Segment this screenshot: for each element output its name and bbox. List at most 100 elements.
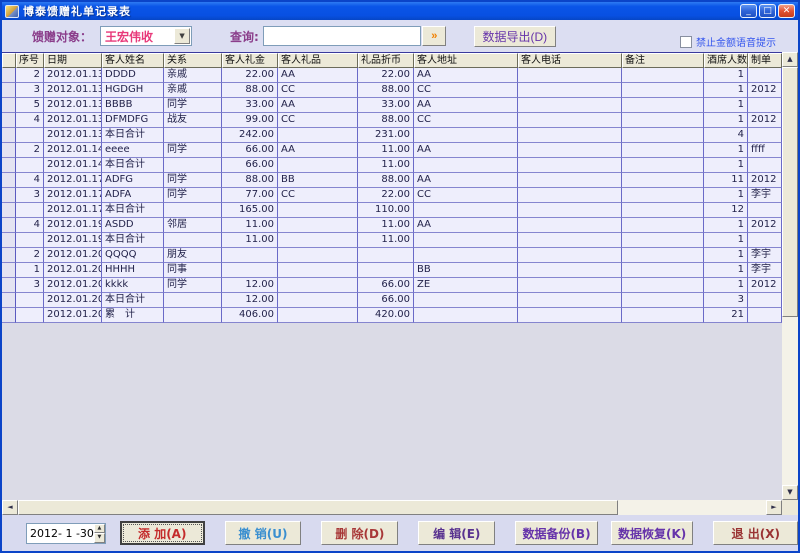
table-cell[interactable] <box>748 98 782 113</box>
table-cell[interactable]: 2012.01.19 <box>44 218 102 233</box>
table-row[interactable]: 52012.01.13BBBB同学33.00AA33.00AA1 <box>2 98 782 113</box>
table-cell[interactable]: 2012.01.17 <box>44 203 102 218</box>
column-header[interactable]: 关系 <box>164 53 222 68</box>
recipient-combobox[interactable]: 王宏伟收 ▼ <box>100 26 192 46</box>
table-cell[interactable]: 11.00 <box>358 158 414 173</box>
table-cell[interactable]: 22.00 <box>358 68 414 83</box>
table-cell[interactable]: 2012.01.20 <box>44 293 102 308</box>
table-cell[interactable]: 2012.01.20 <box>44 248 102 263</box>
table-cell[interactable] <box>278 203 358 218</box>
table-cell[interactable] <box>414 233 518 248</box>
table-cell[interactable] <box>622 158 704 173</box>
table-cell[interactable]: 110.00 <box>358 203 414 218</box>
table-cell[interactable] <box>622 233 704 248</box>
table-cell[interactable]: 88.00 <box>358 83 414 98</box>
table-cell[interactable] <box>278 233 358 248</box>
table-cell[interactable]: 406.00 <box>222 308 278 323</box>
table-cell[interactable] <box>518 308 622 323</box>
row-selector[interactable] <box>2 83 16 98</box>
add-button[interactable]: 添 加(A) <box>120 521 205 545</box>
scroll-down-icon[interactable]: ▼ <box>782 485 798 500</box>
table-cell[interactable]: 1 <box>704 248 748 263</box>
table-cell[interactable]: 本日合计 <box>102 293 164 308</box>
date-picker[interactable]: 2012- 1 -30 ▲ ▼ <box>26 523 106 544</box>
table-cell[interactable]: 22.00 <box>358 188 414 203</box>
table-cell[interactable] <box>748 203 782 218</box>
table-cell[interactable]: 同学 <box>164 173 222 188</box>
row-selector[interactable] <box>2 98 16 113</box>
table-row[interactable]: 32012.01.17ADFA同学77.00CC22.00CC1李宇 <box>2 188 782 203</box>
table-cell[interactable] <box>622 68 704 83</box>
row-selector[interactable] <box>2 293 16 308</box>
table-cell[interactable] <box>164 128 222 143</box>
table-cell[interactable] <box>518 158 622 173</box>
table-cell[interactable]: 亲戚 <box>164 83 222 98</box>
table-cell[interactable] <box>518 113 622 128</box>
column-header[interactable]: 酒席人数 <box>704 53 748 68</box>
table-cell[interactable]: 3 <box>16 83 44 98</box>
table-cell[interactable] <box>518 248 622 263</box>
table-cell[interactable]: 1 <box>704 113 748 128</box>
mute-voice-checkbox[interactable] <box>680 36 692 48</box>
table-cell[interactable]: 11.00 <box>358 143 414 158</box>
column-header[interactable]: 制单 <box>748 53 782 68</box>
table-cell[interactable] <box>16 128 44 143</box>
vertical-scrollbar[interactable]: ▲ ▼ <box>782 52 798 500</box>
table-cell[interactable] <box>518 143 622 158</box>
table-row[interactable]: 2012.01.20本日合计12.0066.003 <box>2 293 782 308</box>
table-cell[interactable]: 2012.01.17 <box>44 188 102 203</box>
table-cell[interactable]: 同事 <box>164 263 222 278</box>
table-cell[interactable]: ffff <box>748 143 782 158</box>
table-cell[interactable]: 本日合计 <box>102 233 164 248</box>
table-cell[interactable]: 12.00 <box>222 278 278 293</box>
table-cell[interactable]: AA <box>414 173 518 188</box>
table-cell[interactable]: 66.00 <box>222 143 278 158</box>
table-cell[interactable] <box>164 308 222 323</box>
table-cell[interactable]: 本日合计 <box>102 158 164 173</box>
row-selector[interactable] <box>2 173 16 188</box>
table-cell[interactable] <box>414 248 518 263</box>
table-cell[interactable] <box>414 158 518 173</box>
table-cell[interactable]: ASDD <box>102 218 164 233</box>
table-cell[interactable]: 1 <box>704 143 748 158</box>
table-cell[interactable] <box>414 128 518 143</box>
table-row[interactable]: 22012.01.20QQQQ朋友1李宇 <box>2 248 782 263</box>
table-cell[interactable]: 1 <box>704 188 748 203</box>
table-cell[interactable]: CC <box>278 188 358 203</box>
table-cell[interactable] <box>164 293 222 308</box>
table-cell[interactable]: QQQQ <box>102 248 164 263</box>
table-cell[interactable]: 11.00 <box>358 233 414 248</box>
table-cell[interactable]: 同学 <box>164 188 222 203</box>
table-cell[interactable] <box>748 128 782 143</box>
table-cell[interactable]: 3 <box>704 293 748 308</box>
table-cell[interactable]: 2012.01.20 <box>44 278 102 293</box>
table-cell[interactable]: BB <box>278 173 358 188</box>
table-cell[interactable] <box>622 263 704 278</box>
table-cell[interactable] <box>16 158 44 173</box>
row-selector[interactable] <box>2 143 16 158</box>
table-cell[interactable]: ZE <box>414 278 518 293</box>
table-cell[interactable]: 77.00 <box>222 188 278 203</box>
table-cell[interactable] <box>748 158 782 173</box>
table-cell[interactable]: 11.00 <box>222 233 278 248</box>
table-cell[interactable] <box>414 203 518 218</box>
table-cell[interactable]: 4 <box>704 128 748 143</box>
table-cell[interactable]: 2012.01.14 <box>44 143 102 158</box>
table-cell[interactable] <box>622 128 704 143</box>
table-cell[interactable]: 99.00 <box>222 113 278 128</box>
table-cell[interactable] <box>622 308 704 323</box>
table-cell[interactable]: HGDGH <box>102 83 164 98</box>
table-cell[interactable] <box>518 68 622 83</box>
table-cell[interactable] <box>622 188 704 203</box>
minimize-button[interactable]: _ <box>740 4 757 18</box>
table-cell[interactable]: 1 <box>704 278 748 293</box>
row-selector[interactable] <box>2 263 16 278</box>
table-cell[interactable]: 亲戚 <box>164 68 222 83</box>
table-cell[interactable] <box>358 248 414 263</box>
table-cell[interactable]: eeee <box>102 143 164 158</box>
table-cell[interactable] <box>518 293 622 308</box>
table-cell[interactable] <box>518 83 622 98</box>
table-cell[interactable] <box>622 173 704 188</box>
table-cell[interactable] <box>278 293 358 308</box>
row-selector[interactable] <box>2 233 16 248</box>
